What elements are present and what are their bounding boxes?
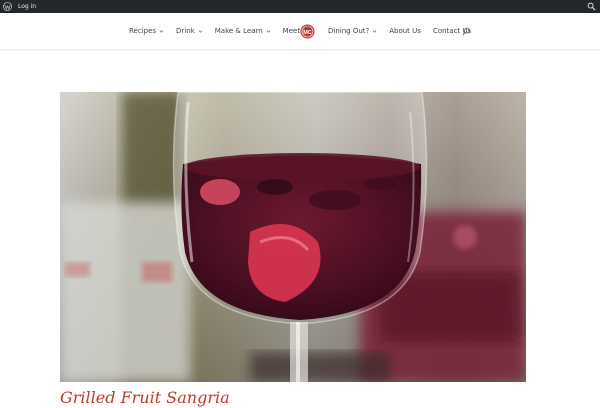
wordpress-logo-icon[interactable] [3,2,12,11]
site-logo[interactable]: MC [300,24,315,39]
nav-item-label: Recipes [129,27,157,35]
nav-item-label: Meet [282,27,301,35]
sangria-glass-image [60,92,526,382]
admin-bar: Log in [0,0,600,13]
nav-item-label: Dining Out? [328,27,370,35]
search-icon[interactable] [587,2,596,11]
site-logo-text: MC [303,30,312,36]
featured-image [60,92,526,382]
post-title[interactable]: Grilled Fruit Sangria [60,388,230,408]
chevron-down-icon [266,30,270,33]
site-header: Recipes Drink Make & Learn Meet MC Dinin… [0,13,600,50]
nav-item-about-us[interactable]: About Us [389,27,421,35]
nav-item-label: Make & Learn [214,27,263,35]
login-link[interactable]: Log in [18,3,36,10]
nav-item-drink[interactable]: Drink [176,27,203,35]
nav-item-dining-out[interactable]: Dining Out? [328,27,377,35]
chevron-down-icon [198,30,203,33]
primary-nav-right: Dining Out? About Us Contact Us [328,13,471,49]
primary-nav-left: Recipes Drink Make & Learn Meet [129,13,308,49]
chevron-down-icon [159,30,164,33]
nav-item-recipes[interactable]: Recipes [129,27,164,35]
site-logo-icon: MC [300,24,315,39]
nav-item-make-learn[interactable]: Make & Learn [215,27,271,35]
nav-item-label: Drink [176,27,195,35]
search-icon[interactable] [462,27,471,36]
nav-item-label: About Us [389,27,421,35]
chevron-down-icon [372,30,377,33]
